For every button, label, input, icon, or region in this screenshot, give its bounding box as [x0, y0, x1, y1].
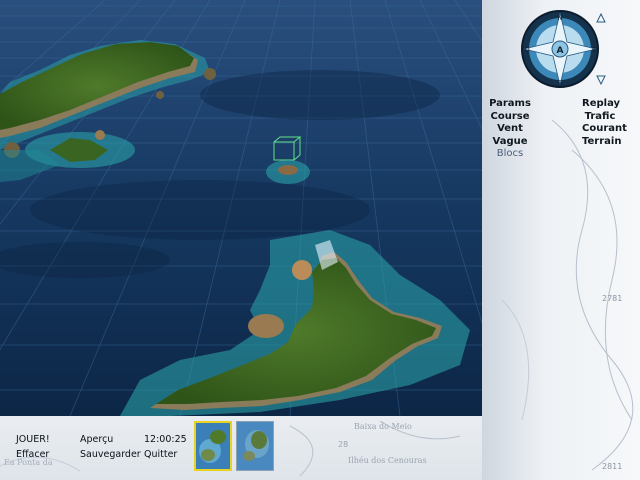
play-button[interactable]: JOUER! — [16, 434, 50, 445]
clock-display: 12:00:25 — [144, 434, 187, 445]
erase-button[interactable]: Effacer — [16, 449, 49, 460]
menu-params[interactable]: Params — [482, 98, 538, 111]
sea-map[interactable] — [0, 0, 482, 416]
menu-terrain[interactable]: Terrain — [582, 136, 621, 149]
chart-depth-label-2: 2811 — [602, 462, 623, 471]
map-thumbnail-icon — [196, 423, 230, 469]
side-panel: N S E O A Params Course Vent Vague Blocs… — [482, 0, 640, 480]
map-thumbnail-icon — [237, 422, 273, 470]
compass-n: N — [557, 14, 562, 22]
map-thumbnail-selected[interactable] — [194, 421, 232, 471]
chart-depth-label-3: 28 — [338, 440, 349, 449]
compass-north-arrow-icon — [596, 12, 606, 23]
chart-place-label-1: Baixa do Meio — [354, 422, 412, 431]
menu-blocs[interactable]: Blocs — [482, 148, 538, 161]
menu-left: Params Course Vent Vague Blocs — [482, 98, 538, 161]
menu-vent[interactable]: Vent — [482, 123, 538, 136]
compass-rose-icon[interactable]: N S E O A — [520, 9, 600, 89]
compass-e: E — [592, 46, 596, 54]
menu-courant[interactable]: Courant — [582, 123, 627, 136]
chart-place-label-2: Ilhéu dos Cenouras — [348, 456, 427, 465]
menu-vague[interactable]: Vague — [482, 136, 538, 149]
save-button[interactable]: Sauvegarder — [80, 449, 141, 460]
chart-depth-label: 2781 — [602, 294, 623, 303]
compass-w: O — [524, 46, 530, 54]
menu-trafic[interactable]: Trafic — [582, 111, 618, 124]
bottom-toolbar: Baixa do Meio Ilhéu dos Cenouras Ea Pont… — [0, 416, 482, 480]
compass-center: A — [557, 46, 564, 56]
quit-button[interactable]: Quitter — [144, 449, 177, 460]
compass-s: S — [558, 79, 563, 87]
islet-center — [266, 160, 310, 184]
menu-replay[interactable]: Replay — [582, 98, 620, 111]
menu-course[interactable]: Course — [482, 111, 538, 124]
preview-button[interactable]: Aperçu — [80, 434, 113, 445]
map-thumbnail-2[interactable] — [236, 421, 274, 471]
compass-south-arrow-icon — [596, 75, 606, 86]
menu-right: Replay Trafic Courant Terrain — [582, 98, 627, 149]
map-viewport[interactable] — [0, 0, 482, 416]
